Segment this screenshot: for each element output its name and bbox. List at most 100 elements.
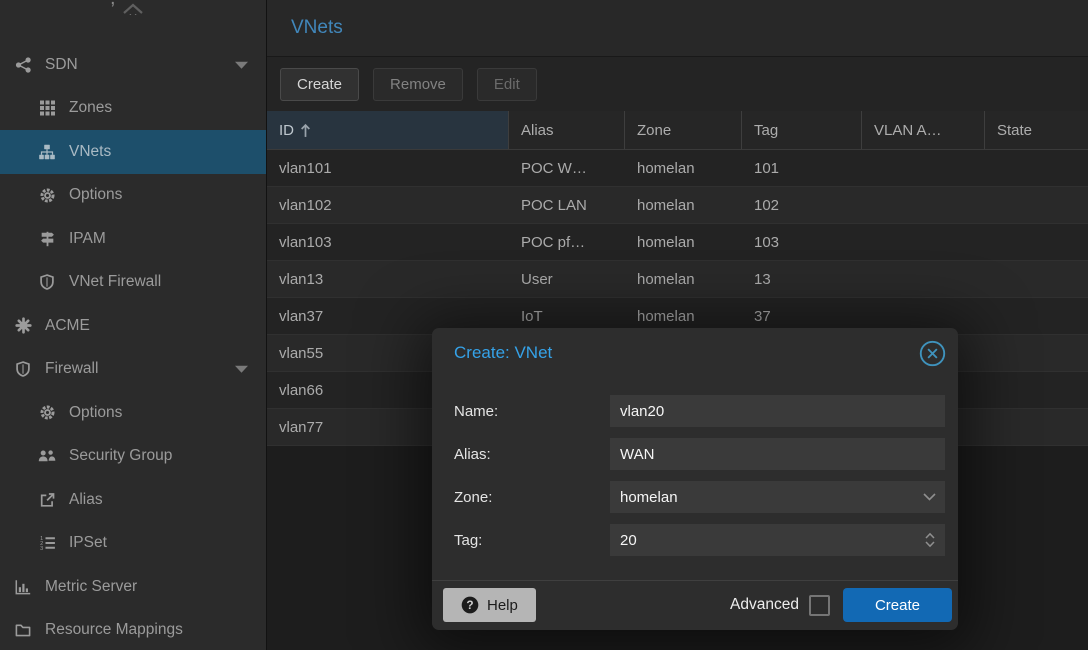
sidebar-item-acme[interactable]: ACME [0,304,266,348]
sidebar-item-label: Resource Mappings [45,621,183,639]
sidebar-item-label: VNets [69,143,111,161]
cell-tag: 37 [742,308,862,325]
cell-alias: User [509,271,625,288]
gear-icon [36,187,58,204]
folder-icon [12,622,34,638]
sidebar-item-label: Options [69,404,122,422]
column-header-state[interactable]: State [985,111,1088,149]
sidebar-item-label: Metric Server [45,578,137,596]
list-ol-icon: 123 [36,535,58,551]
zone-select[interactable]: homelan [610,481,945,513]
cell-tag: 101 [742,160,862,177]
spinner-updown-icon[interactable] [924,524,936,556]
cell-tag: 103 [742,234,862,251]
sidebar: , SDNZonesVNetsOptionsIPAMVNet FirewallA… [0,0,267,650]
create-button[interactable]: Create [280,68,359,101]
cell-alias: POC LAN [509,197,625,214]
sidebar-item-sdn[interactable]: SDN [0,43,266,87]
close-icon[interactable] [919,340,946,367]
alias-input[interactable]: WAN [610,438,945,470]
gear-icon [36,404,58,421]
cell-zone: homelan [625,160,742,177]
sidebar-item-label: Options [69,186,122,204]
advanced-checkbox[interactable] [809,595,830,616]
cell-id: vlan37 [267,308,509,325]
cell-zone: homelan [625,197,742,214]
sidebar-item-metric-server[interactable]: Metric Server [0,565,266,609]
table-row-vlan102[interactable]: vlan102POC LANhomelan102 [267,187,1088,224]
sidebar-item-security-group[interactable]: Security Group [0,435,266,479]
cell-tag: 102 [742,197,862,214]
dialog-header[interactable]: Create: VNet [432,328,958,378]
cell-zone: homelan [625,234,742,251]
sidebar-item-options[interactable]: Options [0,391,266,435]
chevron-down-icon[interactable] [923,481,936,513]
sitemap-icon [36,144,58,160]
edit-button[interactable]: Edit [477,68,537,101]
certificate-icon [12,317,34,334]
column-header-id[interactable]: ID [267,111,509,149]
sidebar-item-resource-mappings[interactable]: Resource Mappings [0,609,266,650]
remove-button[interactable]: Remove [373,68,463,101]
advanced-label: Advanced [730,596,799,614]
column-header-label: Alias [521,122,554,139]
sidebar-item-alias[interactable]: Alias [0,478,266,522]
chevron-up-icon [121,2,145,15]
help-button[interactable]: ? Help [443,588,536,622]
sidebar-item-zones[interactable]: Zones [0,87,266,131]
sidebar-item-label: Zones [69,99,112,117]
column-header-tag[interactable]: Tag [742,111,862,149]
table-row-vlan13[interactable]: vlan13Userhomelan13 [267,261,1088,298]
svg-text:?: ? [466,598,473,612]
tag-spinner[interactable]: 20 [610,524,945,556]
column-header-vlan-a[interactable]: VLAN A… [862,111,985,149]
sidebar-item-label: Firewall [45,360,98,378]
column-header-alias[interactable]: Alias [509,111,625,149]
users-icon [36,448,58,464]
scroll-up-indicator[interactable] [0,2,266,22]
sidebar-item-ipam[interactable]: IPAM [0,217,266,261]
sidebar-item-options[interactable]: Options [0,174,266,218]
sidebar-tree: SDN Zones VNets Options IPAM VNet Firewall ACM… [0,43,266,650]
cell-id: vlan103 [267,234,509,251]
column-header-label: State [997,122,1032,139]
dialog-body: Name: vlan20 Alias: WAN Zone: homelan Ta… [432,378,958,556]
sidebar-item-vnet-firewall[interactable]: VNet Firewall [0,261,266,305]
alias-input-value: WAN [620,446,654,463]
external-link-icon [36,492,58,508]
sidebar-item-label: IPSet [69,534,107,552]
dialog-create-button[interactable]: Create [843,588,952,622]
caret-down-icon[interactable] [235,61,248,69]
dialog-footer-divider [432,580,958,581]
zone-select-value: homelan [620,489,678,506]
chart-bar-icon [12,579,34,595]
dialog-title: Create: VNet [454,343,919,363]
caret-down-icon[interactable] [235,365,248,373]
shield-icon [36,274,58,290]
grid-icon [36,100,58,116]
column-header-zone[interactable]: Zone [625,111,742,149]
cell-id: vlan101 [267,160,509,177]
cell-alias: IoT [509,308,625,325]
dialog-footer: ? Help Advanced Create [443,588,952,622]
cell-id: vlan13 [267,271,509,288]
page-title: VNets [291,17,343,39]
toolbar: Create Remove Edit [267,57,1088,111]
tag-field-label: Tag: [454,532,610,549]
name-input[interactable]: vlan20 [610,395,945,427]
sidebar-item-label: Alias [69,491,103,509]
sidebar-item-firewall[interactable]: Firewall [0,348,266,392]
sidebar-item-label: SDN [45,56,78,74]
table-row-vlan101[interactable]: vlan101POC W…homelan101 [267,150,1088,187]
table-row-vlan103[interactable]: vlan103POC pf…homelan103 [267,224,1088,261]
help-button-label: Help [487,597,518,614]
sidebar-item-ipset[interactable]: 123 IPSet [0,522,266,566]
column-header-label: ID [279,122,294,139]
sidebar-item-vnets[interactable]: VNets [0,130,266,174]
alias-field-label: Alias: [454,446,610,463]
cell-alias: POC pf… [509,234,625,251]
column-header-label: VLAN A… [874,122,942,139]
cell-zone: homelan [625,271,742,288]
cell-id: vlan102 [267,197,509,214]
sidebar-item-label: VNet Firewall [69,273,161,291]
